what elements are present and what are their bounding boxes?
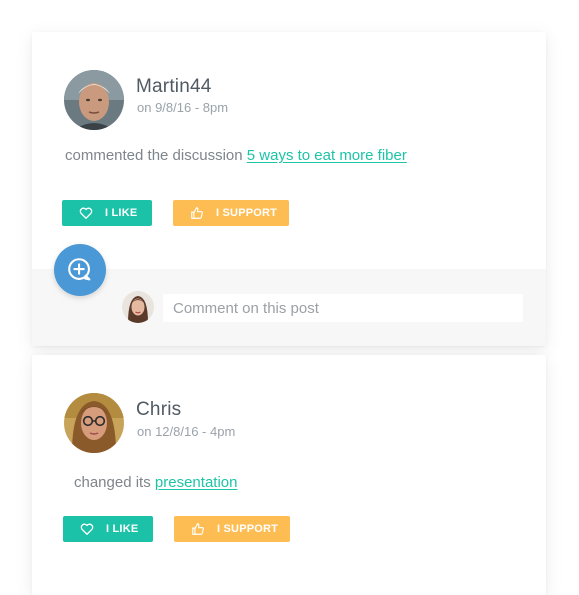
- comment-input[interactable]: [163, 294, 523, 322]
- thumbs-up-icon: [190, 206, 204, 220]
- user-avatar[interactable]: [64, 70, 124, 130]
- support-label: I SUPPORT: [216, 207, 278, 219]
- activity-description: changed its: [74, 474, 151, 491]
- heart-icon: [80, 522, 94, 536]
- current-user-avatar-icon: [122, 291, 154, 323]
- like-label: I LIKE: [105, 207, 138, 219]
- thumbs-up-icon: [191, 522, 205, 536]
- support-button[interactable]: I SUPPORT: [174, 516, 290, 542]
- post-time: on 9/8/16 - 8pm: [137, 100, 229, 115]
- support-button[interactable]: I SUPPORT: [173, 200, 289, 226]
- post-time: on 12/8/16 - 4pm: [137, 424, 236, 439]
- presentation-link[interactable]: presentation: [155, 474, 238, 491]
- user-avatar[interactable]: [64, 393, 124, 453]
- add-comment-icon: [68, 258, 91, 281]
- username[interactable]: Chris: [136, 399, 181, 421]
- activity-text: changed its presentation: [74, 474, 237, 491]
- discussion-link[interactable]: 5 ways to eat more fiber: [247, 147, 407, 164]
- woman-glasses-avatar-icon: [64, 393, 124, 453]
- post-card: Chris on 12/8/16 - 4pm changed its prese…: [32, 355, 546, 595]
- support-label: I SUPPORT: [217, 523, 279, 535]
- username[interactable]: Martin44: [136, 76, 212, 98]
- elderly-man-avatar-icon: [64, 70, 124, 130]
- heart-icon: [79, 206, 93, 220]
- like-label: I LIKE: [106, 523, 139, 535]
- activity-text: commented the discussion 5 ways to eat m…: [65, 147, 407, 164]
- like-button[interactable]: I LIKE: [62, 200, 152, 226]
- comment-section: [32, 269, 546, 346]
- like-button[interactable]: I LIKE: [63, 516, 153, 542]
- post-card: Martin44 on 9/8/16 - 8pm commented the d…: [32, 32, 546, 346]
- add-comment-button[interactable]: [54, 244, 106, 296]
- activity-description: commented the discussion: [65, 147, 243, 164]
- current-user-avatar: [122, 291, 154, 323]
